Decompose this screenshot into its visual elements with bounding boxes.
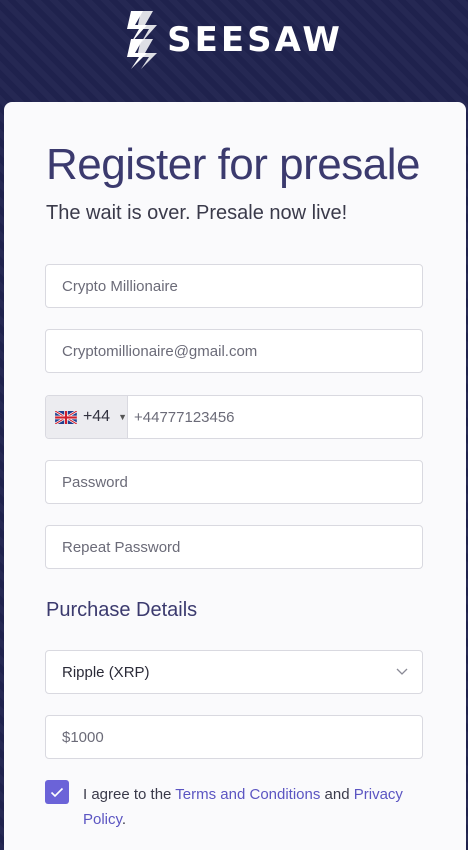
uk-flag-icon — [55, 410, 77, 424]
country-code-select[interactable]: +44 ▼ — [46, 396, 128, 438]
caret-down-icon: ▼ — [118, 412, 127, 422]
name-input[interactable]: Crypto Millionaire — [45, 264, 423, 308]
register-card: Register for presale The wait is over. P… — [4, 102, 466, 850]
name-input-value: Crypto Millionaire — [62, 277, 178, 295]
email-input[interactable]: Cryptomillionaire@gmail.com — [45, 329, 423, 373]
agree-suffix: . — [121, 811, 127, 828]
amount-input[interactable]: $1000 — [45, 715, 423, 759]
chevron-down-icon — [396, 668, 408, 675]
password-input[interactable]: Password — [45, 460, 423, 504]
repeat-password-placeholder: Repeat Password — [62, 538, 181, 556]
page-subtitle: The wait is over. Presale now live! — [46, 202, 348, 224]
email-input-value: Cryptomillionaire@gmail.com — [62, 342, 258, 360]
currency-selected-value: Ripple (XRP) — [62, 663, 150, 681]
currency-select[interactable]: Ripple (XRP) — [45, 650, 423, 694]
phone-field: +44 ▼ +44777123456 — [45, 395, 423, 439]
seesaw-logo-icon — [127, 11, 158, 69]
country-dial-code: +44 — [82, 408, 111, 425]
password-placeholder: Password — [62, 473, 128, 491]
brand-name: SEESAW — [167, 20, 343, 60]
agree-checkbox[interactable] — [45, 780, 69, 804]
page-title: Register for presale — [46, 140, 420, 189]
brand[interactable]: SEESAW — [125, 9, 343, 71]
agree-prefix: I agree to the — [83, 786, 176, 803]
header: SEESAW — [0, 0, 468, 102]
amount-input-value: $1000 — [62, 728, 104, 746]
agree-middle: and — [320, 786, 354, 803]
terms-link[interactable]: Terms and Conditions — [175, 786, 320, 803]
checkmark-icon — [50, 787, 64, 797]
phone-input[interactable]: +44777123456 — [128, 409, 235, 426]
purchase-details-heading: Purchase Details — [46, 599, 198, 621]
agree-text: I agree to the Terms and Conditions and … — [83, 782, 413, 832]
repeat-password-input[interactable]: Repeat Password — [45, 525, 423, 569]
